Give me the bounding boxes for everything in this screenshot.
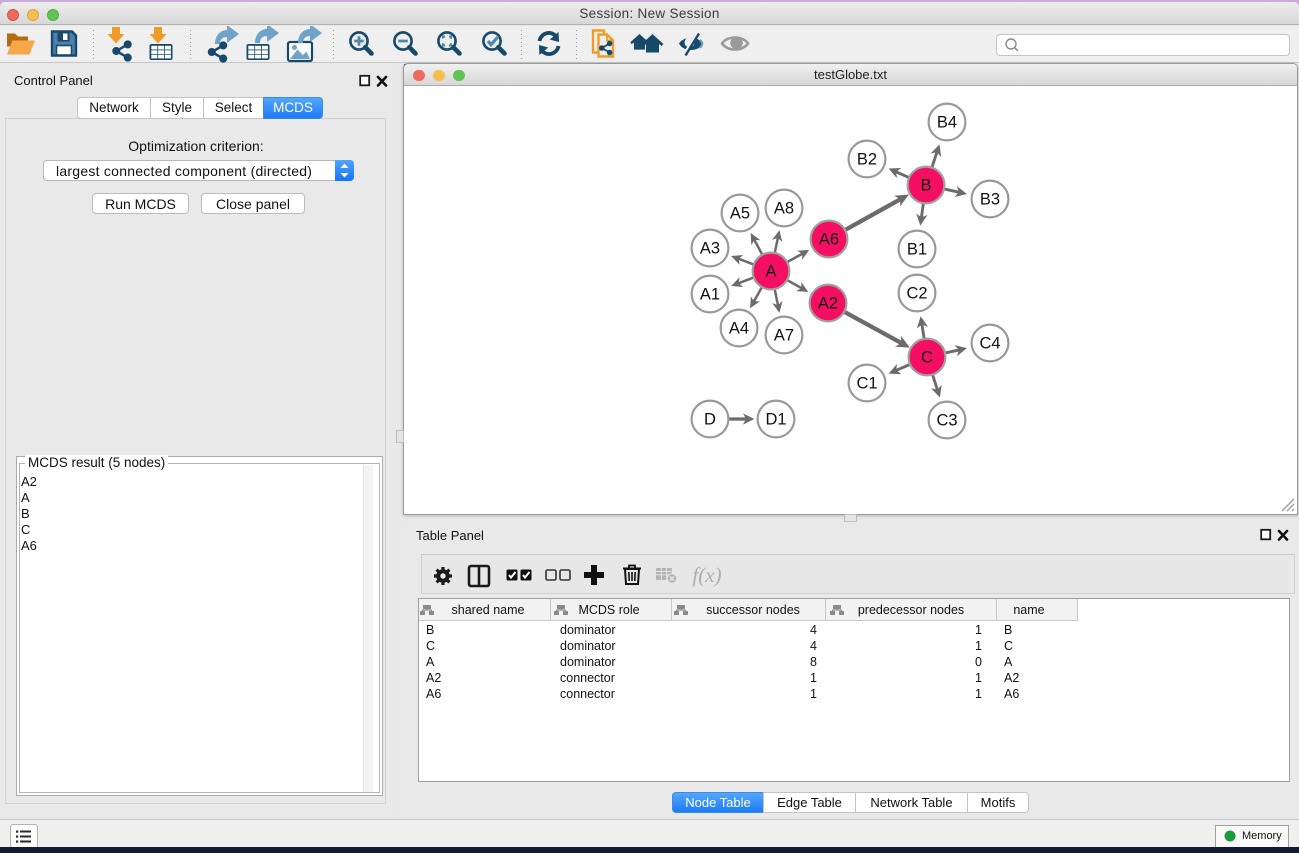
svg-text:B1: B1 — [907, 241, 927, 259]
svg-text:f(x): f(x) — [692, 563, 721, 587]
svg-text:A5: A5 — [730, 205, 750, 223]
svg-text:A8: A8 — [774, 200, 794, 218]
svg-text:D: D — [704, 411, 716, 429]
svg-text:C: C — [921, 349, 933, 367]
svg-text:B: B — [920, 177, 931, 195]
svg-text:A4: A4 — [729, 320, 749, 338]
svg-text:D1: D1 — [765, 411, 786, 429]
svg-text:C2: C2 — [906, 285, 927, 303]
svg-text:B4: B4 — [937, 114, 957, 132]
svg-text:C3: C3 — [936, 412, 957, 430]
svg-text:C1: C1 — [856, 375, 877, 393]
svg-text:B3: B3 — [980, 191, 1000, 209]
svg-text:A1: A1 — [700, 286, 720, 304]
svg-text:A6: A6 — [819, 231, 839, 249]
svg-text:A3: A3 — [700, 240, 720, 258]
svg-text:A2: A2 — [818, 295, 838, 313]
svg-text:B2: B2 — [857, 151, 877, 169]
svg-text:A: A — [765, 263, 776, 281]
svg-text:A7: A7 — [774, 327, 794, 345]
svg-text:C4: C4 — [979, 335, 1000, 353]
